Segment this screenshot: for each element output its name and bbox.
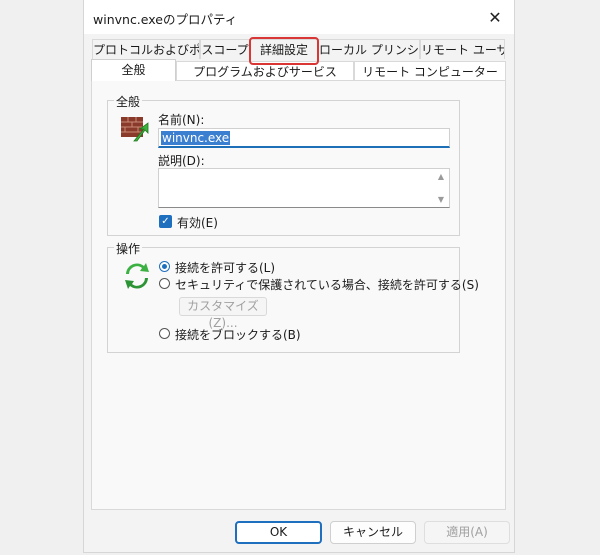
- apply-button[interactable]: 適用(A): [424, 521, 510, 544]
- firewall-brick-icon: [121, 117, 149, 142]
- properties-dialog: winvnc.exeのプロパティ ✕ プロトコルおよびポート スコープ 詳細設定…: [83, 0, 515, 553]
- allow-label: 接続を許可する(L): [175, 261, 276, 275]
- description-label: 説明(D):: [158, 154, 205, 168]
- tab-scope[interactable]: スコープ: [200, 39, 250, 59]
- tab-remote-computers[interactable]: リモート コンピューター: [354, 61, 506, 81]
- action-group-label: 操作: [114, 240, 143, 257]
- cancel-button[interactable]: キャンセル: [330, 521, 416, 544]
- dialog-body: プロトコルおよびポート スコープ 詳細設定 ローカル プリンシパル リモート ユ…: [84, 34, 514, 552]
- enabled-checkbox[interactable]: ✓: [159, 215, 172, 228]
- description-field[interactable]: ▲ ▼: [158, 168, 450, 208]
- scroll-down-icon[interactable]: ▼: [436, 195, 446, 204]
- enabled-label: 有効(E): [177, 216, 218, 230]
- general-group-label: 全般: [114, 93, 143, 110]
- allow-secure-label: セキュリティで保護されている場合、接続を許可する(S): [175, 278, 479, 292]
- name-label: 名前(N):: [158, 113, 205, 127]
- allow-radio[interactable]: [159, 261, 170, 272]
- tab-local-principals[interactable]: ローカル プリンシパル: [318, 39, 420, 59]
- scroll-up-icon[interactable]: ▲: [436, 172, 446, 181]
- tab-protocols-ports[interactable]: プロトコルおよびポート: [92, 39, 200, 59]
- window-title: winvnc.exeのプロパティ: [93, 12, 238, 27]
- close-icon: ✕: [488, 7, 502, 27]
- customize-button[interactable]: カスタマイズ(Z)...: [179, 297, 267, 330]
- title-bar: winvnc.exeのプロパティ ✕: [84, 0, 514, 34]
- block-label: 接続をブロックする(B): [175, 328, 301, 342]
- tab-advanced[interactable]: 詳細設定: [250, 39, 318, 59]
- ok-button[interactable]: OK: [235, 521, 322, 544]
- recycle-arrows-icon: [125, 263, 149, 289]
- tab-programs-services[interactable]: プログラムおよびサービス: [176, 61, 354, 81]
- action-group: 操作 接続を許可する(L) セキュリティで保護されている場合、接続を許可する(S…: [107, 240, 479, 353]
- general-group: 全般 名前(N): winvnc.exe 説明(D): ▲ ▼ ✓ 有効(E): [107, 93, 460, 236]
- allow-secure-radio[interactable]: [159, 278, 170, 289]
- block-radio[interactable]: [159, 328, 170, 339]
- general-tab-panel: 全般 名前(N): winvnc.exe 説明(D): ▲ ▼ ✓ 有効(E) …: [91, 80, 506, 510]
- tab-general[interactable]: 全般: [91, 59, 176, 81]
- name-field[interactable]: winvnc.exe: [158, 128, 450, 148]
- name-value: winvnc.exe: [161, 131, 231, 145]
- close-button[interactable]: ✕: [484, 6, 506, 28]
- tab-remote-users[interactable]: リモート ユーザー: [420, 39, 505, 59]
